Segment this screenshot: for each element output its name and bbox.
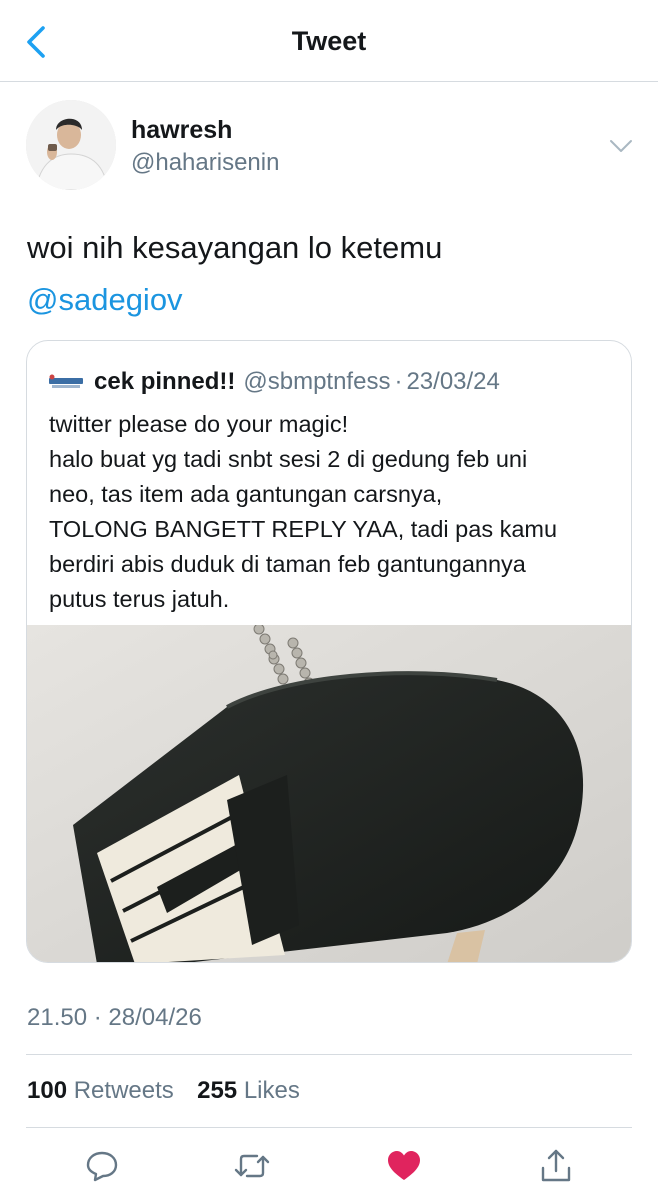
- quoted-tweet-image[interactable]: [27, 623, 631, 962]
- quoted-text-line: putus terus jatuh.: [49, 586, 230, 612]
- retweets-label: Retweets: [73, 1077, 174, 1104]
- top-nav-bar: Tweet: [0, 0, 658, 82]
- quoted-tweet-text: twitter please do your magic! halo buat …: [49, 407, 619, 617]
- more-options-button[interactable]: [604, 132, 638, 160]
- likes-stat[interactable]: 255 Likes: [197, 1077, 300, 1104]
- divider: [26, 1054, 632, 1055]
- piano-keychain-photo: [27, 623, 631, 962]
- author-avatar[interactable]: [26, 100, 116, 190]
- page-title: Tweet: [291, 26, 367, 56]
- divider: [26, 1127, 632, 1128]
- avatar-photo: [26, 100, 116, 190]
- quoted-author-handle: @sbmptnfess: [243, 368, 391, 395]
- tweet-stats: 100 Retweets 255 Likes: [27, 1077, 300, 1105]
- reply-icon: [86, 1151, 118, 1182]
- like-button[interactable]: [384, 1146, 424, 1186]
- quoted-tweet-header: cek pinned!! @sbmptnfess · 23/03/24: [46, 367, 500, 397]
- author-handle[interactable]: @haharisenin: [131, 149, 279, 177]
- retweet-button[interactable]: [232, 1146, 272, 1186]
- share-icon: [541, 1149, 571, 1182]
- share-button[interactable]: [536, 1146, 576, 1186]
- chevron-down-icon: [610, 140, 632, 152]
- heart-icon: [388, 1151, 420, 1180]
- tweet-text: woi nih kesayangan lo ketemu @sadegiov: [27, 222, 627, 326]
- quoted-text-line: halo buat yg tadi snbt sesi 2 di gedung …: [49, 446, 528, 472]
- tweet-timestamp: 21.50 · 28/04/26: [27, 1004, 202, 1031]
- quoted-date: 23/03/24: [406, 368, 500, 395]
- quoted-text-line: berdiri abis duduk di taman feb gantunga…: [49, 551, 526, 577]
- likes-count: 255: [197, 1077, 238, 1104]
- tweet-body: woi nih kesayangan lo ketemu: [27, 230, 443, 265]
- retweet-icon: [234, 1154, 270, 1178]
- quoted-tweet-card[interactable]: cek pinned!! @sbmptnfess · 23/03/24 twit…: [26, 340, 632, 963]
- author-display-name[interactable]: hawresh: [131, 116, 232, 145]
- retweets-stat[interactable]: 100 Retweets: [27, 1077, 180, 1104]
- mention-link[interactable]: @sadegiov: [27, 274, 627, 326]
- tweet-action-bar: [0, 1140, 658, 1190]
- likes-label: Likes: [243, 1077, 300, 1104]
- quoted-separator: ·: [394, 368, 403, 395]
- quoted-text-line: TOLONG BANGETT REPLY YAA, tadi pas kamu: [49, 516, 558, 542]
- quoted-author-avatar: [46, 371, 86, 393]
- retweets-count: 100: [27, 1077, 68, 1104]
- quoted-text-line: neo, tas item ada gantungan carsnya,: [49, 481, 443, 507]
- reply-button[interactable]: [82, 1146, 122, 1186]
- quoted-text-line: twitter please do your magic!: [49, 411, 349, 437]
- quoted-author-name: cek pinned!!: [94, 368, 236, 395]
